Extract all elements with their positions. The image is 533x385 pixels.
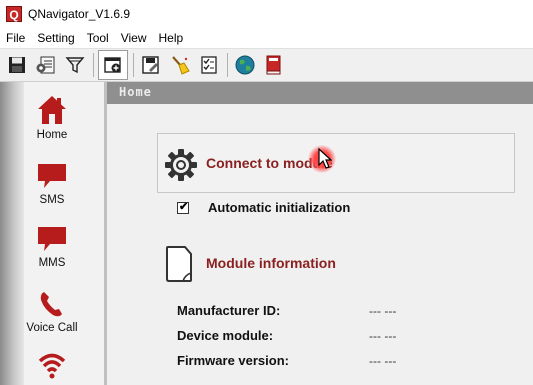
manufacturer-id-label: Manufacturer ID: bbox=[177, 303, 281, 318]
settings-list-icon bbox=[36, 56, 55, 74]
web-button[interactable] bbox=[232, 52, 258, 78]
toolbar-separator bbox=[93, 53, 94, 77]
clean-broom-icon bbox=[172, 56, 190, 75]
home-icon bbox=[38, 96, 66, 124]
sidebar-item-label: Voice Call bbox=[26, 322, 78, 334]
checklist-icon bbox=[201, 56, 217, 74]
menu-help[interactable]: Help bbox=[153, 28, 190, 48]
help-book-button[interactable] bbox=[261, 52, 287, 78]
sidebar-item-home[interactable]: Home bbox=[24, 94, 80, 141]
filter-icon bbox=[65, 57, 85, 74]
menu-setting[interactable]: Setting bbox=[31, 28, 80, 48]
device-module-label: Device module: bbox=[177, 328, 274, 343]
save-icon bbox=[9, 57, 25, 73]
save-button[interactable] bbox=[4, 52, 30, 78]
book-icon bbox=[266, 55, 281, 75]
filter-button[interactable] bbox=[62, 52, 88, 78]
toolbar-separator bbox=[133, 53, 134, 77]
sidebar: Home SMS MMS Voice Call bbox=[0, 82, 107, 385]
mouse-cursor-icon bbox=[318, 148, 332, 169]
home-tab-button[interactable] bbox=[98, 50, 128, 80]
module-information-title: Module information bbox=[206, 255, 336, 271]
check-mark-icon: ✔ bbox=[179, 200, 189, 213]
connect-to-module-button[interactable]: Connect to module bbox=[157, 133, 515, 193]
sidebar-item-mms[interactable]: MMS bbox=[24, 224, 80, 269]
sidebar-shade bbox=[0, 82, 24, 385]
clean-button[interactable] bbox=[167, 52, 193, 78]
globe-icon bbox=[235, 55, 255, 75]
home-tab-icon bbox=[104, 57, 121, 73]
menu-tool[interactable]: Tool bbox=[81, 28, 115, 48]
settings-list-button[interactable] bbox=[33, 52, 59, 78]
firmware-version-label: Firmware version: bbox=[177, 353, 289, 368]
save-as-icon bbox=[142, 56, 159, 74]
window-title: QNavigator_V1.6.9 bbox=[28, 7, 131, 21]
sidebar-item-sms[interactable]: SMS bbox=[24, 161, 80, 206]
auto-init-checkbox[interactable]: ✔ bbox=[177, 200, 189, 214]
menu-file[interactable]: File bbox=[0, 28, 31, 48]
firmware-version-value: --- --- bbox=[369, 354, 397, 368]
sidebar-item-label: SMS bbox=[39, 194, 65, 206]
checklist-button[interactable] bbox=[196, 52, 222, 78]
sidebar-item-label: MMS bbox=[38, 257, 66, 269]
toolbar-separator bbox=[227, 53, 228, 77]
sidebar-item-wifi[interactable] bbox=[24, 350, 80, 383]
sidebar-item-voice-call[interactable]: Voice Call bbox=[24, 289, 80, 334]
phone-icon bbox=[40, 292, 62, 317]
manufacturer-id-value: --- --- bbox=[369, 304, 397, 318]
auto-init-label: Automatic initialization bbox=[208, 200, 351, 215]
title-bar: Q QNavigator_V1.6.9 bbox=[0, 0, 533, 28]
gear-icon bbox=[165, 149, 197, 181]
home-panel: Connect to module ✔ Automatic initializa… bbox=[107, 104, 533, 385]
wifi-icon bbox=[38, 353, 66, 379]
mms-icon bbox=[38, 227, 66, 251]
menu-bar: File Setting Tool View Help bbox=[0, 28, 533, 48]
content-header: Home bbox=[107, 82, 533, 104]
save-as-button[interactable] bbox=[138, 52, 164, 78]
page-title: Home bbox=[119, 85, 152, 99]
document-icon bbox=[166, 246, 192, 282]
menu-view[interactable]: View bbox=[115, 28, 153, 48]
sms-icon bbox=[38, 164, 66, 188]
app-logo-icon: Q bbox=[6, 6, 22, 22]
toolbar bbox=[0, 48, 533, 82]
device-module-value: --- --- bbox=[369, 329, 397, 343]
sidebar-item-label: Home bbox=[36, 129, 68, 141]
auto-init-row: ✔ Automatic initialization bbox=[177, 200, 350, 215]
